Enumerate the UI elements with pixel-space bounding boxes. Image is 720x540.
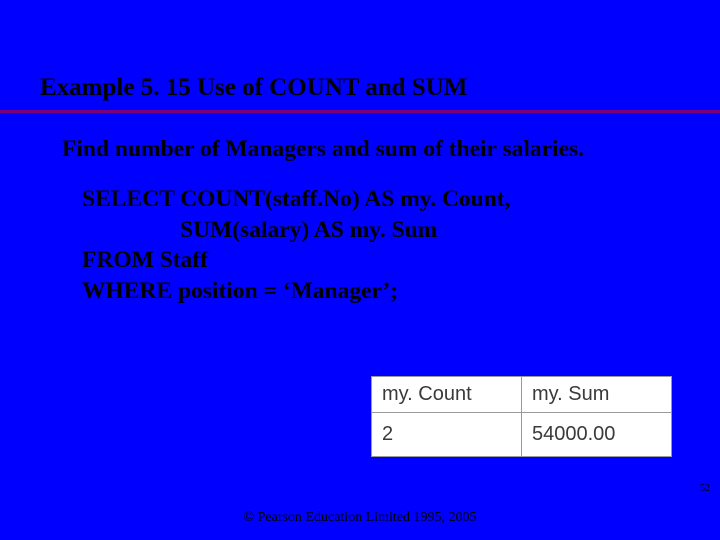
result-table: my. Count my. Sum 2 54000.00 [371, 376, 672, 457]
col-header-count: my. Count [372, 377, 522, 413]
result-table-wrap: my. Count my. Sum 2 54000.00 [371, 376, 672, 457]
slide-title: Example 5. 15 Use of COUNT and SUM [0, 74, 720, 108]
cell-count: 2 [372, 413, 522, 457]
cell-sum: 54000.00 [522, 413, 672, 457]
table-header-row: my. Count my. Sum [372, 377, 672, 413]
slide: Example 5. 15 Use of COUNT and SUM Find … [0, 0, 720, 540]
problem-statement: Find number of Managers and sum of their… [0, 113, 720, 164]
sql-line-4: WHERE position = ‘Manager’; [82, 278, 398, 304]
slide-number: 52 [700, 483, 710, 494]
copyright: © Pearson Education Limited 1995, 2005 [0, 510, 720, 526]
sql-line-1: SELECT COUNT(staff.No) AS my. Count, [82, 186, 511, 212]
col-header-sum: my. Sum [522, 377, 672, 413]
sql-block: SELECT COUNT(staff.No) AS my. Count, SUM… [0, 164, 720, 306]
sql-line-3: FROM Staff [82, 247, 208, 273]
sql-line-2: SUM(salary) AS my. Sum [82, 215, 720, 246]
table-row: 2 54000.00 [372, 413, 672, 457]
